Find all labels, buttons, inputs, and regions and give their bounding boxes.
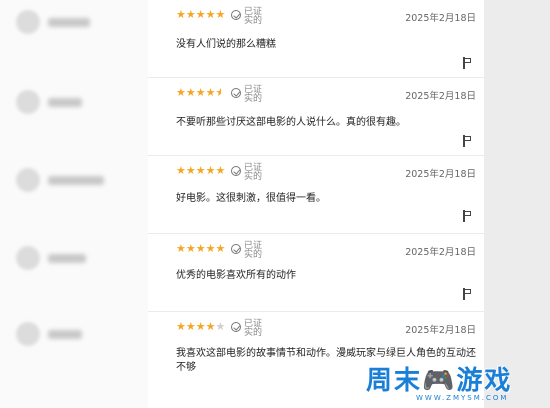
star-rating: ★★★★★ <box>176 9 225 20</box>
flag-icon[interactable] <box>462 57 472 69</box>
star-icon: ★★★★ <box>176 86 216 99</box>
reviewer-name[interactable] <box>48 254 86 263</box>
verified-check-icon <box>231 10 241 20</box>
verified-label: 已证 实的 <box>244 85 263 104</box>
review-text: 不要听那些讨厌这部电影的人说什么。真的很有趣。 <box>176 117 406 128</box>
verified-check-icon <box>231 166 241 176</box>
reviewer-name[interactable] <box>48 98 82 107</box>
watermark-logo: 周末🎮游戏 <box>366 366 513 396</box>
half-star-icon: ★ <box>215 87 222 98</box>
verified-label: 已证 实的 <box>244 319 263 338</box>
verified-badge: 已证 实的 <box>231 86 262 104</box>
verified-badge: 已证 实的 <box>231 242 262 260</box>
reviewer-info <box>0 312 148 408</box>
review-item: ★★★★★ 已证 实的 2025年2月18日 好电影。这很刺激，很值得一看。 <box>0 156 484 234</box>
star-icon: ★★★★★ <box>176 164 226 177</box>
reviews-panel: ★★★★★ 已证 实的 2025年2月18日 没有人们说的那么糟糕 ★★★★★ 已… <box>0 0 484 408</box>
verified-label: 已证 实的 <box>244 7 263 26</box>
verified-badge: 已证 实的 <box>231 8 262 26</box>
flag-icon[interactable] <box>462 288 472 300</box>
avatar[interactable] <box>16 322 40 346</box>
verified-badge: 已证 实的 <box>231 164 262 182</box>
star-rating: ★★★★★ <box>176 165 225 176</box>
reviewer-info <box>0 78 148 156</box>
verified-badge: 已证 实的 <box>231 320 262 338</box>
star-rating: ★★★★★ <box>176 243 225 254</box>
reviewer-name[interactable] <box>48 18 90 27</box>
verified-label: 已证 实的 <box>244 163 263 182</box>
flag-icon[interactable] <box>462 135 472 147</box>
star-icon: ★★★★★ <box>176 8 226 21</box>
review-text: 优秀的电影喜欢所有的动作 <box>176 270 296 281</box>
review-item: ★★★★★ 已证 实的 2025年2月18日 优秀的电影喜欢所有的动作 <box>0 234 484 312</box>
verified-label: 已证 实的 <box>244 241 263 260</box>
verified-check-icon <box>231 244 241 254</box>
reviewer-info <box>0 234 148 312</box>
review-date: 2025年2月18日 <box>405 13 476 24</box>
avatar[interactable] <box>16 246 40 270</box>
reviewer-info <box>0 0 148 78</box>
verified-check-icon <box>231 322 241 332</box>
star-rating: ★★★★★ <box>176 321 225 332</box>
review-item: ★★★★★ 已证 实的 2025年2月18日 不要听那些讨厌这部电影的人说什么。真… <box>0 78 484 156</box>
page-background-gutter <box>484 0 550 408</box>
review-date: 2025年2月18日 <box>405 91 476 102</box>
star-icon: ★★★★★ <box>176 242 226 255</box>
star-icon: ★★★★ <box>176 320 216 333</box>
avatar[interactable] <box>16 168 40 192</box>
reviewer-name[interactable] <box>48 330 82 339</box>
verified-check-icon <box>231 88 241 98</box>
review-text: 好电影。这很刺激，很值得一看。 <box>176 193 326 204</box>
avatar[interactable] <box>16 10 40 34</box>
star-rating: ★★★★★ <box>176 87 221 98</box>
review-date: 2025年2月18日 <box>405 247 476 258</box>
reviewer-info <box>0 156 148 234</box>
flag-icon[interactable] <box>462 210 472 222</box>
watermark-url: WWW.ZMYSM.COM <box>416 394 509 402</box>
review-text: 没有人们说的那么糟糕 <box>176 39 276 50</box>
site-watermark: 周末🎮游戏 WWW.ZMYSM.COM <box>366 360 550 408</box>
empty-star-icon: ★ <box>215 320 226 333</box>
avatar[interactable] <box>16 90 40 114</box>
review-date: 2025年2月18日 <box>405 325 476 336</box>
reviewer-name[interactable] <box>48 176 104 185</box>
review-date: 2025年2月18日 <box>405 169 476 180</box>
review-item: ★★★★★ 已证 实的 2025年2月18日 没有人们说的那么糟糕 <box>0 0 484 78</box>
